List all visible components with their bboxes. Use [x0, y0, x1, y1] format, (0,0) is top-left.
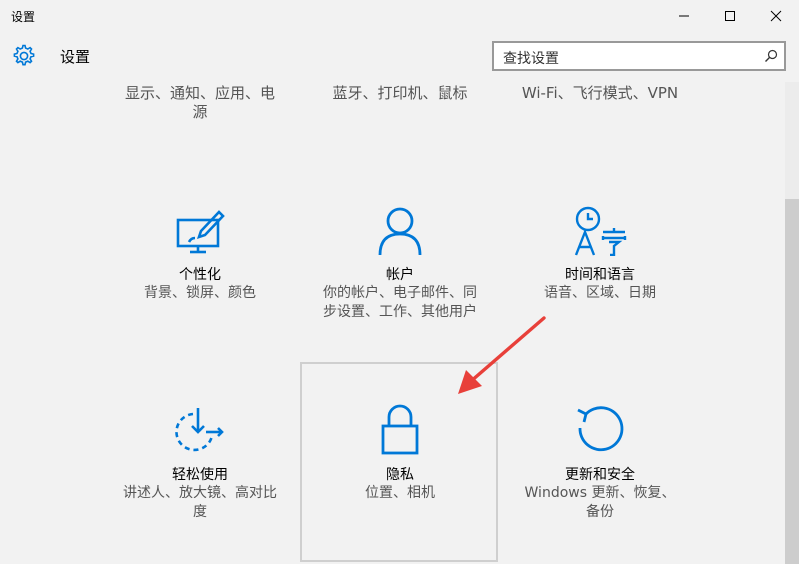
tile-desc: 背景、锁屏、颜色 — [144, 285, 256, 301]
devices-tile-desc[interactable]: 蓝牙、打印机、鼠标 — [320, 84, 480, 103]
tile-label: 更新和安全 — [565, 467, 635, 483]
update-security-icon — [577, 406, 624, 452]
app-title: 设置 — [60, 48, 91, 66]
tile-update-security[interactable]: 更新和安全 Windows 更新、恢复、备份 — [500, 400, 700, 550]
maximize-icon — [725, 11, 735, 21]
close-icon — [770, 10, 782, 22]
network-tile-desc[interactable]: Wi-Fi、飞行模式、VPN — [505, 84, 695, 103]
tile-label: 时间和语言 — [565, 267, 635, 283]
close-button[interactable] — [753, 0, 799, 32]
tile-desc: 讲述人、放大镜、高对比度 — [123, 485, 277, 520]
minimize-button[interactable] — [661, 0, 707, 32]
system-tile-desc[interactable]: 显示、通知、应用、电源 — [120, 84, 280, 122]
settings-header: 设置 查找设置 — [0, 32, 799, 82]
tile-privacy[interactable]: 隐私 位置、相机 — [300, 400, 500, 550]
gear-icon — [13, 44, 35, 66]
scrollbar-thumb[interactable] — [785, 199, 799, 564]
tile-desc: 语音、区域、日期 — [544, 285, 656, 301]
tile-label: 帐户 — [386, 267, 414, 283]
tile-label: 轻松使用 — [172, 467, 228, 483]
maximize-button[interactable] — [707, 0, 753, 32]
search-box[interactable]: 查找设置 — [492, 41, 786, 71]
tile-desc: 位置、相机 — [365, 485, 435, 501]
title-bar: 设置 — [0, 0, 799, 32]
search-placeholder[interactable]: 查找设置 — [503, 48, 559, 68]
time-language-icon — [574, 206, 627, 256]
minimize-icon — [679, 15, 689, 17]
annotation-arrow-icon — [458, 316, 546, 394]
ease-of-access-icon — [175, 408, 224, 452]
tile-desc: Windows 更新、恢复、备份 — [524, 485, 676, 520]
window-title: 设置 — [11, 10, 36, 24]
tile-label: 隐私 — [386, 467, 414, 483]
search-icon[interactable] — [764, 49, 778, 63]
tile-label: 个性化 — [179, 267, 221, 283]
accounts-icon — [378, 207, 422, 256]
personalization-icon — [176, 210, 225, 254]
tile-personalization[interactable]: 个性化 背景、锁屏、颜色 — [100, 200, 300, 350]
tile-ease-of-access[interactable]: 轻松使用 讲述人、放大镜、高对比度 — [100, 400, 300, 550]
privacy-lock-icon — [381, 404, 419, 455]
